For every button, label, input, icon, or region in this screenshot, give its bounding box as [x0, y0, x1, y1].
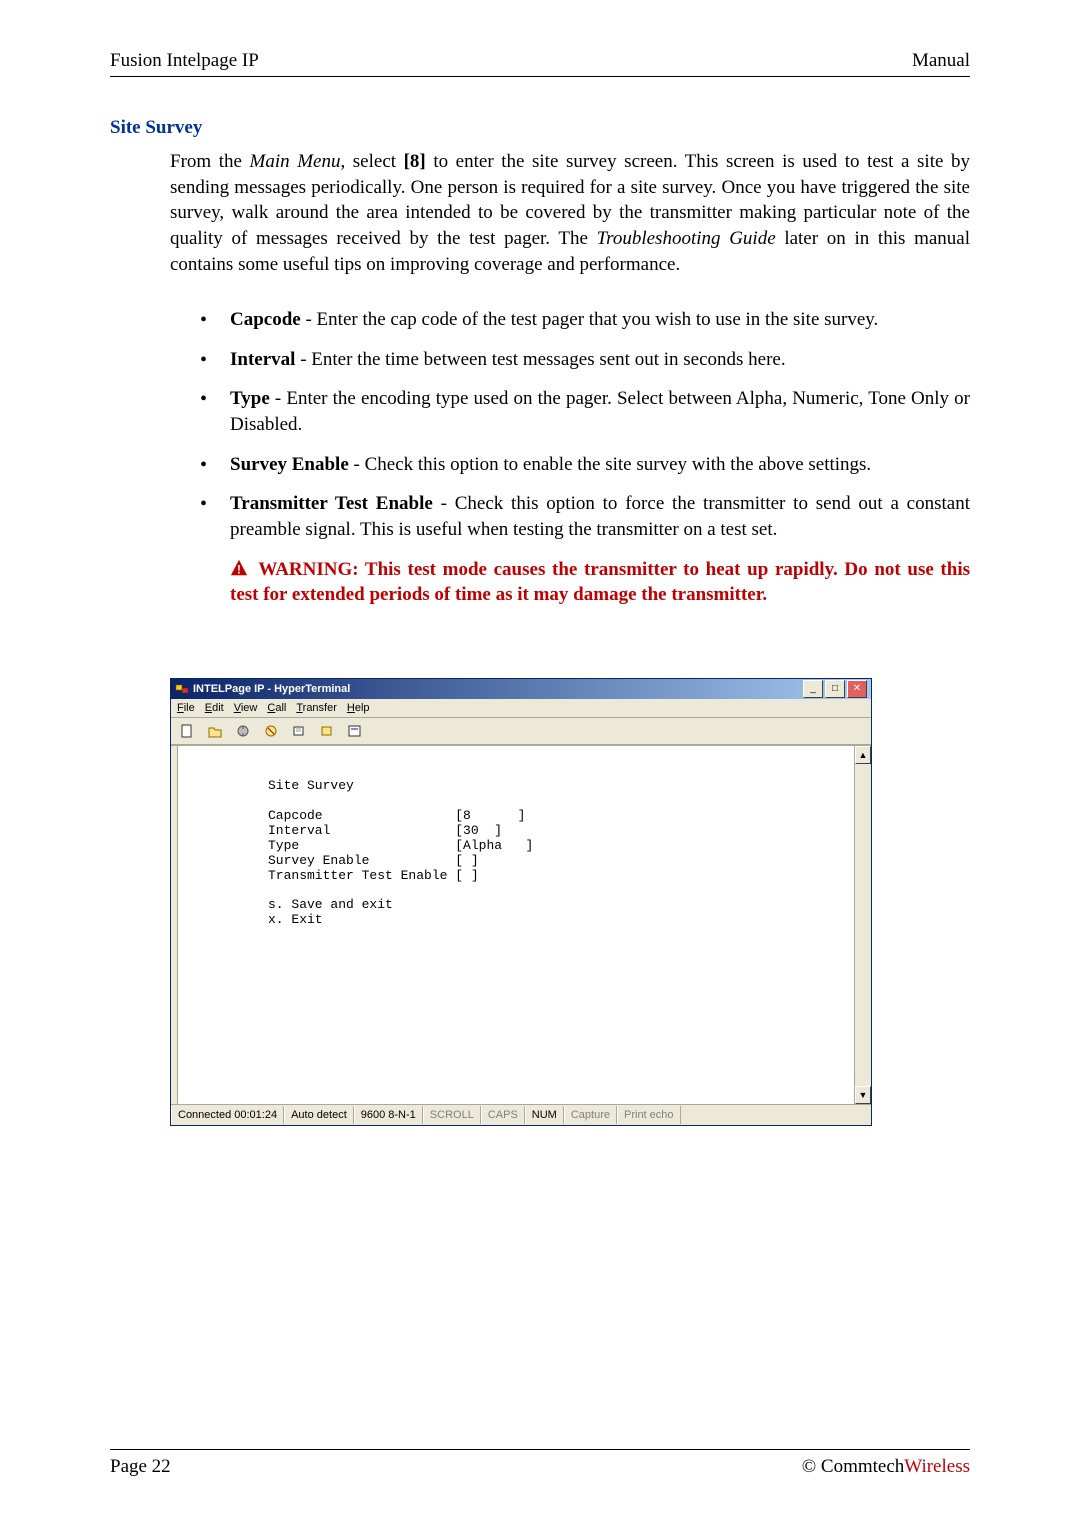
intro-paragraph: From the Main Menu, select [8] to enter … [170, 149, 970, 277]
menu-view[interactable]: View [234, 702, 258, 714]
close-button[interactable]: ✕ [847, 680, 867, 698]
hyperterminal-window: INTELPage IP - HyperTerminal _ □ ✕ File … [170, 678, 872, 1126]
bullet-label: Survey Enable [230, 454, 349, 475]
term-opt-save: s. Save and exit [268, 897, 393, 912]
connect-icon[interactable] [231, 720, 255, 742]
toolbar [171, 718, 871, 745]
new-icon[interactable] [175, 720, 199, 742]
bullet-text: - Enter the cap code of the test pager t… [301, 309, 879, 330]
status-printecho: Print echo [617, 1106, 681, 1124]
menu-edit[interactable]: Edit [205, 702, 224, 714]
bullet-list: Capcode - Enter the cap code of the test… [200, 307, 970, 542]
header-left: Fusion Intelpage IP [110, 50, 259, 72]
properties-icon[interactable] [343, 720, 367, 742]
bullet-label: Interval [230, 349, 295, 370]
term-interval-value: [30 ] [455, 823, 502, 838]
terminal-content[interactable]: Site Survey Capcode [8 ] Interval [30 ] … [178, 746, 854, 1104]
list-item: Survey Enable - Check this option to ena… [200, 452, 970, 478]
term-type-value: [Alpha ] [455, 838, 533, 853]
bullet-text: - Check this option to enable the site s… [349, 454, 871, 475]
list-item: Transmitter Test Enable - Check this opt… [200, 491, 970, 542]
bullet-text: - Enter the encoding type used on the pa… [230, 388, 970, 435]
window-title: INTELPage IP - HyperTerminal [193, 683, 350, 695]
intro-pre: From the [170, 151, 250, 172]
status-connected: Connected 00:01:24 [171, 1106, 284, 1124]
scrollbar[interactable]: ▲ ▼ [854, 746, 871, 1104]
open-icon[interactable] [203, 720, 227, 742]
scroll-down-icon[interactable]: ▼ [855, 1086, 871, 1104]
status-baud: 9600 8-N-1 [354, 1106, 423, 1124]
intro-mid1: , select [340, 151, 403, 172]
statusbar: Connected 00:01:24 Auto detect 9600 8-N-… [171, 1104, 871, 1125]
intro-troubleshooting-guide: Troubleshooting Guide [597, 228, 776, 249]
list-item: Capcode - Enter the cap code of the test… [200, 307, 970, 333]
menu-transfer[interactable]: Transfer [296, 702, 337, 714]
warning-icon: ! [230, 559, 248, 577]
terminal-edge [171, 746, 178, 1104]
term-tx-value: [ ] [455, 868, 478, 883]
menu-file[interactable]: File [177, 702, 195, 714]
status-scroll: SCROLL [423, 1106, 481, 1124]
term-title: Site Survey [268, 778, 354, 793]
app-icon [175, 682, 189, 696]
page-footer: Page 22 © CommtechWireless [110, 1449, 970, 1478]
status-detect: Auto detect [284, 1106, 354, 1124]
menubar: File Edit View Call Transfer Help [171, 699, 871, 718]
term-capcode-value: [8 ] [455, 808, 525, 823]
disconnect-icon[interactable] [259, 720, 283, 742]
menu-help[interactable]: Help [347, 702, 370, 714]
scroll-up-icon[interactable]: ▲ [855, 746, 871, 764]
bullet-label: Transmitter Test Enable [230, 493, 433, 514]
titlebar[interactable]: INTELPage IP - HyperTerminal _ □ ✕ [171, 679, 871, 699]
minimize-button[interactable]: _ [803, 680, 823, 698]
bullet-label: Capcode [230, 309, 301, 330]
intro-key-8: [8] [404, 151, 426, 172]
intro-main-menu: Main Menu [250, 151, 341, 172]
list-item: Interval - Enter the time between test m… [200, 347, 970, 373]
footer-copyright: © CommtechWireless [802, 1456, 970, 1478]
menu-call[interactable]: Call [267, 702, 286, 714]
footer-page: Page 22 [110, 1456, 171, 1478]
section-title: Site Survey [110, 117, 970, 139]
maximize-button[interactable]: □ [825, 680, 845, 698]
status-capture: Capture [564, 1106, 617, 1124]
bullet-label: Type [230, 388, 270, 409]
header-right: Manual [912, 50, 970, 72]
list-item: Type - Enter the encoding type used on t… [200, 386, 970, 437]
warning-text: WARNING: This test mode causes the trans… [230, 559, 970, 606]
warning-block: ! WARNING: This test mode causes the tra… [230, 557, 970, 608]
receive-icon[interactable] [315, 720, 339, 742]
status-num: NUM [525, 1106, 564, 1124]
page-header: Fusion Intelpage IP Manual [110, 50, 970, 77]
status-caps: CAPS [481, 1106, 525, 1124]
terminal-area: Site Survey Capcode [8 ] Interval [30 ] … [171, 745, 871, 1104]
term-opt-exit: x. Exit [268, 912, 323, 927]
svg-text:!: ! [237, 563, 241, 576]
term-survey-value: [ ] [455, 853, 478, 868]
bullet-text: - Enter the time between test messages s… [295, 349, 785, 370]
send-icon[interactable] [287, 720, 311, 742]
